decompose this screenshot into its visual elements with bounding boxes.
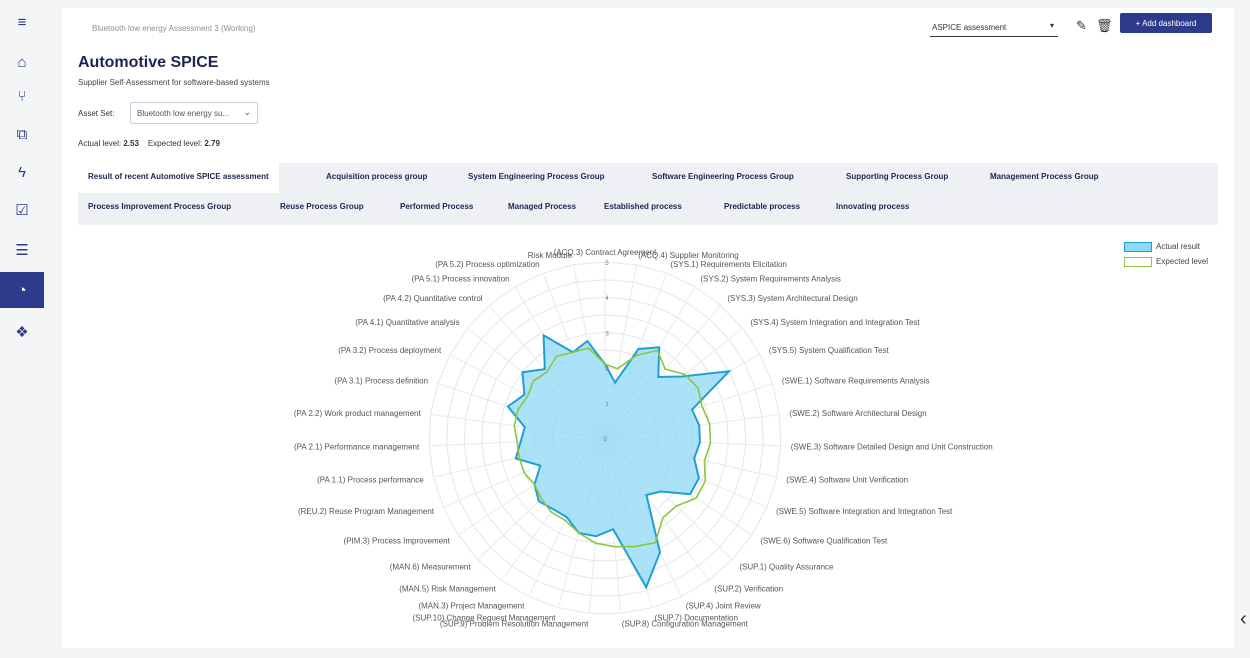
category-label: (MAN.6) Measurement — [390, 563, 472, 572]
main-panel: Bluetooth low energy Assessment 3 (Worki… — [62, 8, 1247, 648]
page-title: Automotive SPICE — [78, 54, 219, 71]
category-label: (SWE.1) Software Requirements Analysis — [782, 377, 930, 386]
category-label: (SUP.2) Verification — [714, 585, 783, 594]
asset-set-label: Asset Set: — [78, 109, 115, 118]
chevron-down-icon: ⌄ — [243, 107, 251, 117]
expected-level-label: Expected level: — [147, 139, 203, 148]
legend-actual-swatch — [1124, 242, 1152, 252]
tab-supporting[interactable]: Supporting Process Group — [846, 172, 948, 181]
category-label: (SYS.5) System Qualification Test — [769, 346, 890, 355]
actual-level-value: 2.53 — [123, 139, 139, 148]
tab-established[interactable]: Established process — [604, 202, 682, 211]
document-icon[interactable]: ☰ — [8, 236, 36, 264]
category-label: (PA 3.1) Process definition — [334, 377, 428, 386]
category-label: (PA 4.1) Quantitative analysis — [355, 318, 459, 327]
category-label: (SUP.8) Configuration Management — [622, 619, 749, 628]
tab-acquisition[interactable]: Acquisition process group — [326, 172, 427, 181]
category-label: (SYS.1) Requirements Elicitation — [670, 260, 787, 269]
category-label: (SWE.4) Software Unit Verification — [786, 475, 908, 484]
actual-level-label: Actual level: — [78, 139, 122, 148]
category-label: (SYS.3) System Architectural Design — [727, 294, 857, 303]
legend-expected-label: Expected level — [1156, 257, 1209, 266]
tab-system-engineering[interactable]: System Engineering Process Group — [468, 172, 604, 181]
category-label: (SWE.5) Software Integration and Integra… — [776, 507, 953, 516]
menu-icon[interactable]: ≡ — [8, 8, 36, 36]
category-label: (SWE.2) Software Architectural Design — [789, 409, 926, 418]
category-label: (SUP.4) Joint Review — [686, 602, 761, 611]
edit-pencil-icon[interactable]: ✎ — [1076, 18, 1087, 34]
category-label: (MAN.3) Project Management — [418, 602, 525, 611]
category-label: (MAN.5) Risk Management — [399, 585, 496, 594]
radar-chart-panel: 1 2 3 4 5 0 (ACQ.3) Contract Agreement (ACQ.4) … — [78, 225, 1218, 628]
expected-level-value: 2.79 — [204, 139, 220, 148]
category-label: (SWE.6) Software Qualification Test — [760, 537, 888, 546]
category-label: (PA 2.2) Work product management — [294, 409, 422, 418]
tab-process-improvement[interactable]: Process Improvement Process Group — [88, 202, 231, 211]
category-label: Risk Module — [528, 251, 573, 260]
category-label: (SUP.1) Quality Assurance — [739, 563, 834, 572]
network-icon[interactable]: ❖ — [8, 318, 36, 346]
category-label: (SWE.3) Software Detailed Design and Uni… — [791, 442, 993, 451]
dashboard-select[interactable]: ASPICE assessment ▾ — [930, 18, 1058, 37]
legend-expected-swatch — [1124, 257, 1152, 267]
tab-management[interactable]: Management Process Group — [990, 172, 1098, 181]
lightning-icon[interactable]: ϟ — [8, 158, 36, 186]
category-label: (PIM.3) Process Improvement — [344, 537, 451, 546]
asset-set-select[interactable]: Bluetooth low energy su... ⌄ — [130, 102, 258, 124]
category-label: (PA 5.1) Process innovation — [411, 274, 509, 283]
actual-result-area — [506, 333, 732, 590]
category-label: (PA 2.1) Performance management — [294, 442, 420, 451]
category-label: (SYS.4) System Integration and Integrati… — [750, 318, 920, 327]
copy-icon[interactable]: ⧉ — [8, 120, 36, 148]
category-label: (SYS.2) System Requirements Analysis — [700, 274, 841, 283]
tab-reuse[interactable]: Reuse Process Group — [280, 202, 364, 211]
hierarchy-icon[interactable]: ⑂ — [8, 82, 36, 110]
tab-managed[interactable]: Managed Process — [508, 202, 576, 211]
category-label: (PA 4.2) Quantitative control — [383, 294, 483, 303]
level-summary: Actual level: 2.53 Expected level: 2.79 — [78, 139, 220, 148]
dashboard-icon[interactable]: ◔ — [0, 272, 44, 308]
caret-down-icon: ▾ — [1049, 21, 1054, 30]
clipboard-check-icon[interactable]: ☑ — [8, 196, 36, 224]
breadcrumb: Bluetooth low energy Assessment 3 (Worki… — [92, 24, 256, 33]
sidebar: ≡ ⌂ ⑂ ⧉ ϟ ☑ ☰ ◔ ❖ — [0, 0, 44, 658]
tab-bar: Result of recent Automotive SPICE assess… — [78, 163, 1218, 225]
assets-icon[interactable]: ⌂ — [8, 48, 36, 76]
chevron-left-icon[interactable]: ‹ — [1240, 608, 1247, 631]
add-dashboard-button[interactable]: + Add dashboard — [1120, 13, 1212, 33]
page-subtitle: Supplier Self-Assessment for software-ba… — [78, 78, 270, 87]
tab-software-engineering[interactable]: Software Engineering Process Group — [652, 172, 794, 181]
category-label: (PA 5.2) Process optimization — [435, 260, 539, 269]
tab-performed[interactable]: Performed Process — [400, 202, 473, 211]
tab-innovating[interactable]: Innovating process — [836, 202, 909, 211]
category-label: (PA 3.2) Process deployment — [338, 346, 442, 355]
category-label: (ACQ.4) Supplier Monitoring — [638, 251, 738, 260]
category-label: (REU.2) Reuse Program Management — [298, 507, 435, 516]
asset-set-value: Bluetooth low energy su... — [137, 109, 230, 118]
tab-predictable[interactable]: Predictable process — [724, 202, 800, 211]
category-label: (SUP.10) Change Request Management — [412, 613, 556, 622]
dashboard-select-value: ASPICE assessment — [932, 23, 1007, 32]
legend-actual-label: Actual result — [1156, 242, 1201, 251]
radar-chart: 123450(ACQ.3) Contract Agreement(ACQ.4) … — [294, 248, 993, 628]
tab-result-recent[interactable]: Result of recent Automotive SPICE assess… — [78, 163, 279, 193]
category-label: (PA 1.1) Process performance — [317, 475, 424, 484]
trash-icon[interactable]: 🗑 — [1096, 18, 1113, 34]
